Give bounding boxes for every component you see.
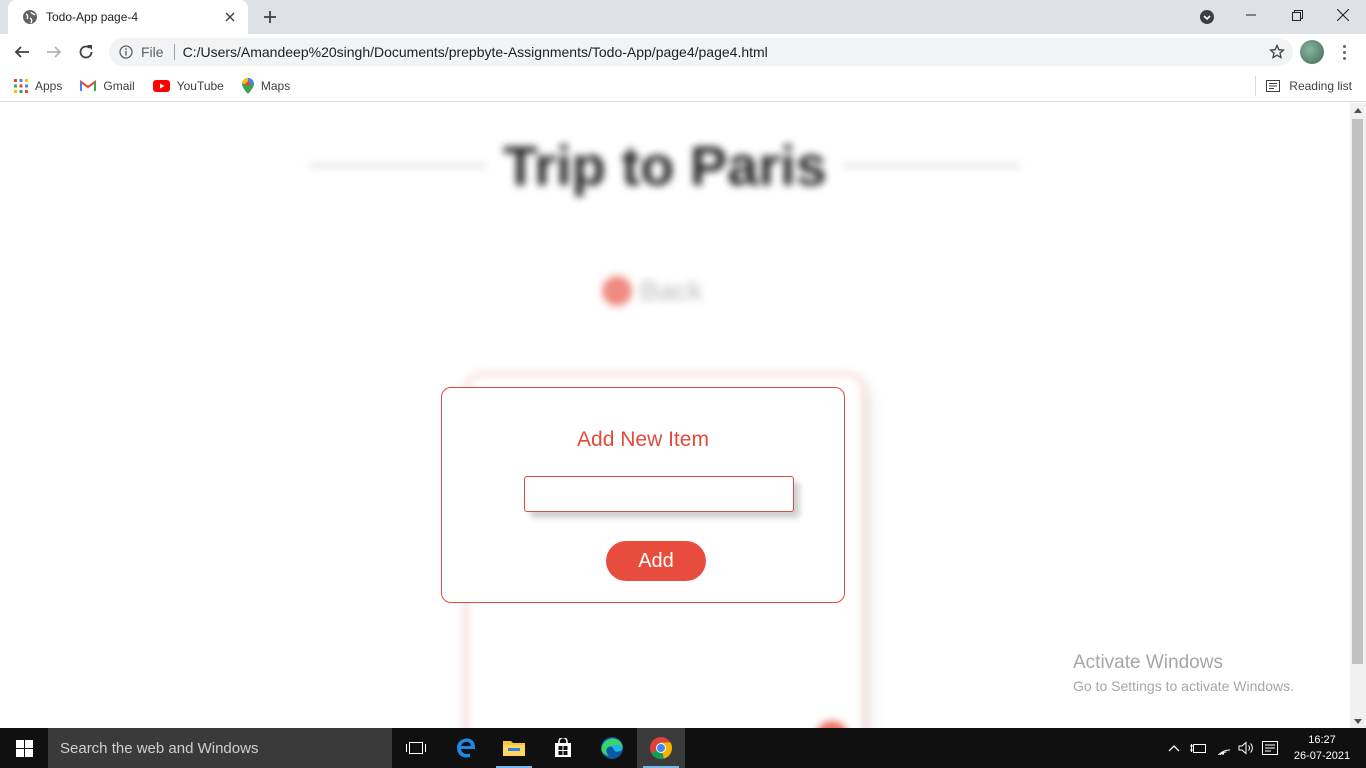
site-info-label: File [141, 44, 164, 60]
bookmark-maps[interactable]: Maps [241, 77, 291, 94]
volume-icon[interactable] [1236, 728, 1256, 768]
store-icon[interactable] [539, 728, 587, 768]
apps-grid-icon [14, 78, 28, 93]
reading-list-icon [1266, 80, 1281, 92]
restore-icon[interactable] [1274, 0, 1320, 30]
bookmark-label: Apps [35, 78, 63, 93]
bookmarks-divider [1255, 76, 1256, 96]
header-line-left [310, 164, 488, 167]
new-item-input[interactable] [524, 476, 794, 512]
edge-icon[interactable] [588, 728, 636, 768]
bookmark-apps[interactable]: Apps [14, 78, 63, 93]
profile-avatar[interactable] [1300, 40, 1324, 64]
scroll-up-icon[interactable] [1350, 103, 1366, 117]
taskbar-clock[interactable]: 16:27 26-07-2021 [1284, 728, 1360, 768]
edge-legacy-icon[interactable] [442, 728, 490, 768]
gmail-icon [80, 79, 97, 92]
battery-plug-icon[interactable] [1187, 728, 1209, 768]
address-bar[interactable]: File C:/Users/Amandeep%20singh/Documents… [109, 38, 1293, 66]
page-header: Trip to Paris [310, 133, 1021, 198]
omnibox-divider [173, 44, 175, 60]
tab-title: Todo-App page-4 [46, 10, 139, 24]
clock-date: 26-07-2021 [1293, 750, 1351, 762]
maps-pin-icon [241, 77, 254, 94]
url-text[interactable]: C:/Users/Amandeep%20singh/Documents/prep… [183, 44, 768, 60]
bookmarks-bar: Apps Gmail YouTube Maps Reading list [0, 70, 1366, 102]
page-title: Trip to Paris [503, 134, 827, 197]
vertical-scrollbar[interactable] [1350, 103, 1366, 728]
reading-list-label: Reading list [1289, 79, 1352, 93]
task-view-icon[interactable] [392, 728, 440, 768]
globe-icon [22, 9, 38, 25]
new-tab-icon[interactable] [259, 7, 281, 27]
back-arrow-icon[interactable] [8, 38, 36, 66]
clock-time: 16:27 [1308, 734, 1336, 746]
info-icon [119, 45, 133, 59]
bookmark-label: Maps [260, 78, 291, 93]
bookmark-youtube[interactable]: YouTube [152, 78, 224, 93]
scroll-down-icon[interactable] [1350, 714, 1366, 728]
browser-tab[interactable]: Todo-App page-4 [8, 0, 248, 34]
reading-list-button[interactable]: Reading list [1266, 70, 1352, 102]
scrollbar-thumb[interactable] [1352, 119, 1363, 664]
add-item-modal: Add New Item Add [441, 387, 845, 603]
youtube-icon [152, 79, 170, 92]
keyboard-layout-icon[interactable] [1259, 728, 1281, 768]
forward-arrow-icon[interactable] [40, 38, 68, 66]
taskbar-search-box[interactable]: Search the web and Windows [48, 728, 392, 768]
bookmark-label: YouTube [176, 78, 224, 93]
show-hidden-icons-chevron-icon[interactable] [1164, 728, 1184, 768]
file-explorer-icon[interactable] [490, 728, 538, 768]
chrome-menu-icon[interactable] [1336, 42, 1352, 62]
reload-icon[interactable] [72, 38, 100, 66]
bookmark-star-icon[interactable] [1269, 43, 1285, 65]
add-button[interactable]: Add [606, 541, 706, 581]
minimize-icon[interactable] [1228, 0, 1274, 30]
windows-start-icon[interactable] [0, 728, 48, 768]
browser-toolbar: File C:/Users/Amandeep%20singh/Documents… [0, 34, 1366, 70]
wifi-icon[interactable] [1211, 728, 1235, 768]
back-label: Back [640, 275, 703, 306]
chrome-icon[interactable] [637, 728, 685, 768]
page-viewport: Trip to Paris Back Add New Item Add Acti… [0, 103, 1350, 728]
activate-windows-watermark: Activate Windows Go to Settings to activ… [1073, 652, 1294, 694]
back-button: Back [602, 275, 702, 307]
tab-close-icon[interactable] [222, 9, 238, 25]
bookmark-label: Gmail [103, 78, 135, 93]
watermark-subtitle: Go to Settings to activate Windows. [1073, 678, 1294, 694]
bookmark-gmail[interactable]: Gmail [80, 78, 135, 93]
taskbar-search-placeholder: Search the web and Windows [60, 739, 259, 757]
site-info-button[interactable]: File [119, 44, 164, 60]
close-window-icon[interactable] [1320, 0, 1366, 30]
back-circle-icon [602, 276, 632, 306]
tab-search-icon[interactable] [1198, 8, 1216, 26]
watermark-title: Activate Windows [1073, 652, 1223, 673]
modal-title: Add New Item [577, 428, 709, 451]
tab-strip: Todo-App page-4 [0, 0, 1366, 34]
windows-taskbar: Search the web and Windows 16:27 26-07-2… [0, 728, 1366, 768]
header-line-right [842, 164, 1021, 167]
